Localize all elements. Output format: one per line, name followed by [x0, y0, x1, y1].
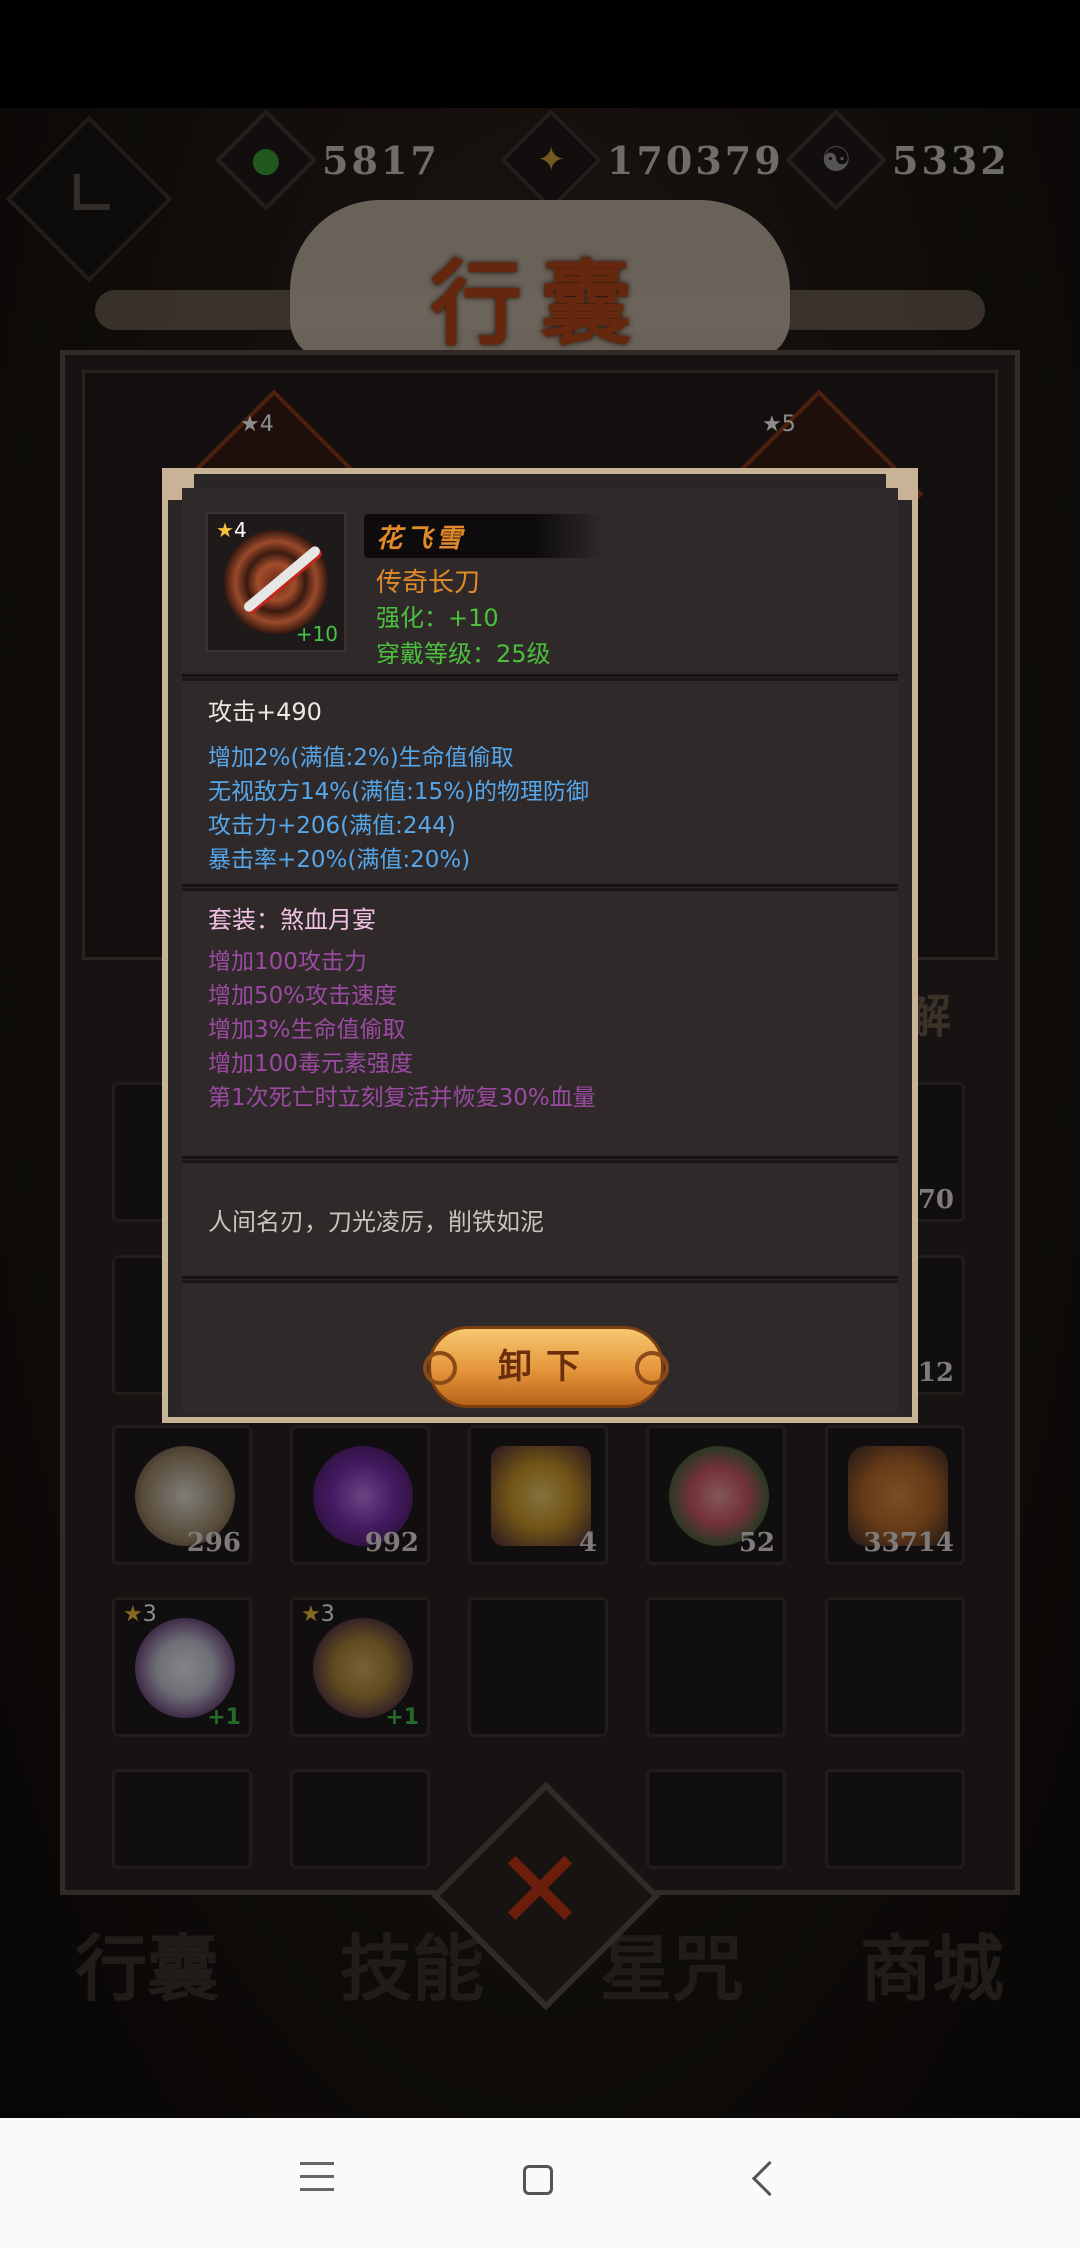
divider — [182, 674, 898, 677]
curl-decor-icon — [635, 1351, 669, 1385]
set-bonus: 第1次死亡时立刻复活并恢复30%血量 — [208, 1085, 596, 1111]
item-stars: ★4 — [216, 518, 247, 542]
set-bonus: 增加50%攻击速度 — [208, 983, 398, 1009]
sub-stat: 攻击力+206(满值:244) — [208, 813, 456, 839]
curl-decor-icon — [423, 1351, 457, 1385]
set-title: 套装：煞血月宴 — [208, 906, 376, 934]
item-tooltip: ★4 +10 花飞雪 传奇长刀 强化：+10 穿戴等级：25级 攻击+490 增… — [162, 468, 918, 1423]
divider — [182, 1276, 898, 1279]
item-enhance-badge: +10 — [295, 622, 338, 646]
item-type: 传奇长刀 — [376, 568, 481, 598]
sub-stat: 无视敌方14%(满值:15%)的物理防御 — [208, 779, 589, 805]
divider — [182, 1156, 898, 1159]
flavor-text: 人间名刃，刀光凌厉，削铁如泥 — [208, 1208, 544, 1236]
status-bar — [0, 0, 1080, 108]
item-wear-level: 穿戴等级：25级 — [376, 640, 551, 668]
main-stat: 攻击+490 — [208, 698, 322, 726]
item-enhance: 强化：+10 — [376, 604, 499, 632]
unequip-label: 卸下 — [498, 1347, 594, 1387]
sub-stat: 增加2%(满值:2%)生命值偷取 — [208, 745, 514, 771]
set-bonus: 增加100毒元素强度 — [208, 1051, 413, 1077]
unequip-button[interactable]: 卸下 — [423, 1326, 669, 1408]
menu-icon[interactable] — [300, 2162, 334, 2192]
sub-stat: 暴击率+20%(满值:20%) — [208, 847, 471, 873]
divider — [182, 884, 898, 887]
item-icon-frame: ★4 +10 — [206, 512, 346, 652]
set-bonus: 增加3%生命值偷取 — [208, 1017, 406, 1043]
home-icon[interactable] — [523, 2165, 553, 2195]
item-name: 花飞雪 — [376, 524, 467, 554]
set-bonus: 增加100攻击力 — [208, 949, 367, 975]
